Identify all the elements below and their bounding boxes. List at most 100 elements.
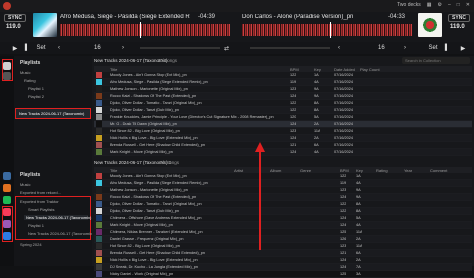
deck-b-pitch-fader[interactable] bbox=[250, 47, 330, 49]
col-comment-b[interactable]: Comment bbox=[430, 168, 447, 173]
table-row[interactable]: Mark Knight - Move (Original Mix)_pn 124 4… bbox=[94, 222, 472, 229]
deck-b-set-button[interactable]: Set bbox=[428, 43, 438, 53]
sidebar-item-new-tracks-b[interactable]: New Tracks 2024-06-17 (Taxonomix) bbox=[28, 231, 93, 236]
deck-a-waveform[interactable] bbox=[60, 24, 230, 36]
deck-b-loop-prev-icon[interactable]: ‹ bbox=[338, 43, 340, 53]
close-icon[interactable]: ✕ bbox=[466, 2, 470, 8]
grid-icon[interactable]: ▦ bbox=[427, 2, 432, 8]
table-row[interactable]: Brenda Russell - Get Here (Shadow Child … bbox=[94, 142, 472, 149]
track-artwork-thumb bbox=[96, 128, 102, 134]
soundcloud-icon[interactable] bbox=[3, 184, 11, 192]
collection-icon[interactable] bbox=[3, 72, 11, 80]
table-row[interactable]: Nick Hollis x Big Love - Big Love (Exten… bbox=[94, 135, 472, 142]
track-key: 5A bbox=[314, 115, 319, 119]
track-key: 6A bbox=[314, 143, 319, 147]
sidebar-item-playlist-1-b[interactable]: Playlist 1 bbox=[28, 223, 44, 228]
table-row[interactable]: Djoko, Oliver Dollar - Tomatio - Tanzt (… bbox=[94, 201, 472, 208]
deck-b-loop-next-icon[interactable]: › bbox=[404, 43, 406, 53]
deck-a-cue-icon[interactable]: ▌ bbox=[22, 43, 32, 53]
sidebar-item-rating[interactable]: Rating bbox=[24, 78, 36, 83]
table-row[interactable]: Frankie Knuckles, Jamie Principle - Your… bbox=[94, 114, 472, 121]
track-key: 9A bbox=[356, 195, 361, 199]
table-row[interactable]: Nick Hollis x Big Love - Big Love (Exten… bbox=[94, 257, 472, 264]
table-row[interactable]: Moody Jones - Ain't Gonna Stop (Ext Mix)… bbox=[94, 173, 472, 180]
table-row[interactable]: Nicky Daniel - Work (Original Mix)_pn 125… bbox=[94, 271, 472, 278]
library-icon[interactable] bbox=[3, 62, 11, 70]
table-row[interactable]: Djoko, Oliver Dollar - Tanzt (Dub Mix)_p… bbox=[94, 208, 472, 215]
col-artist-b[interactable]: Artist bbox=[234, 168, 243, 173]
sidebar-bottom-title: Playlists bbox=[20, 172, 41, 178]
table-row[interactable]: Djoko, Oliver Dollar - Tomatio - Tanzt (… bbox=[94, 100, 472, 107]
maximize-icon[interactable]: □ bbox=[457, 2, 460, 8]
settings-icon[interactable]: ⚙ bbox=[438, 2, 442, 8]
deck-a-loop-next-icon[interactable]: › bbox=[122, 43, 124, 53]
sidebar-item-new-tracks-1[interactable]: New Tracks 2024-06-17 (Taxonomix) 1 bbox=[24, 215, 95, 220]
sidebar-item-playlist-2[interactable]: Playlist 2 bbox=[28, 94, 44, 99]
table-row[interactable]: DJ Sneak, Dr. Kucho - La Jungla (Extende… bbox=[94, 264, 472, 271]
track-date-added: 07/16/2024 bbox=[334, 143, 354, 147]
table-row[interactable]: Hot Since 82 - Big Love (Original Mix)_p… bbox=[94, 128, 472, 135]
table-row[interactable]: Mathew Jonson - Marionette (Original Mix… bbox=[94, 86, 472, 93]
col-title-b[interactable]: Title bbox=[110, 168, 117, 173]
sidebar-item-music[interactable]: Music bbox=[20, 70, 30, 75]
table-row[interactable]: Hot Since 82 - Big Love (Original Mix)_p… bbox=[94, 243, 472, 250]
col-key[interactable]: Key bbox=[314, 67, 321, 72]
sidebar-item-new-tracks[interactable]: New Tracks 2024-06-17 (Taxonomix) bbox=[15, 108, 91, 119]
col-key-b[interactable]: Key bbox=[356, 168, 363, 173]
table-row[interactable]: Chiimera, Niklas Brenner - Tanzkerl (Ext… bbox=[94, 229, 472, 236]
deck-b-play-icon[interactable]: ▶ bbox=[458, 43, 468, 53]
crossfader-icon[interactable]: ⇄ bbox=[224, 43, 229, 53]
search-input[interactable]: Search in Collection bbox=[402, 57, 470, 64]
rekordbox-icon[interactable] bbox=[3, 232, 11, 240]
col-date-added[interactable]: Date Added bbox=[334, 67, 355, 72]
col-rating-b[interactable]: Rating bbox=[376, 168, 388, 173]
table-row[interactable]: Afro Medusa, Siege - Pasilda (Siege Exte… bbox=[94, 79, 472, 86]
table-row[interactable]: Afro Medusa, Siege - Pasilda (Siege Exte… bbox=[94, 180, 472, 187]
track-title: Daniel Grasse - Frequenz (Original Mix)_… bbox=[110, 237, 184, 241]
sidebar-item-exported-traktor[interactable]: Exported from Traktor bbox=[20, 199, 59, 204]
deck-a-pitch-fader[interactable] bbox=[140, 47, 220, 49]
layout-label[interactable]: Two decks bbox=[397, 2, 421, 8]
table-row[interactable]: Rocco Kaizi - Shadows Of The Past (Exten… bbox=[94, 194, 472, 201]
browser-icon[interactable] bbox=[3, 172, 11, 180]
sidebar-item-music-2[interactable]: Music bbox=[20, 182, 30, 187]
sidebar-item-exported-rekordbox[interactable]: Exported from rekord... bbox=[20, 190, 61, 195]
deck-b-waveform[interactable] bbox=[242, 24, 412, 36]
col-title[interactable]: Title bbox=[110, 67, 117, 72]
sidebar-item-spring[interactable]: Spring 2024 bbox=[20, 242, 42, 247]
track-artwork-thumb bbox=[96, 100, 102, 106]
sidebar-item-smart-playlists[interactable]: Smart Playlists bbox=[28, 207, 54, 212]
col-bpm[interactable]: BPM bbox=[290, 67, 299, 72]
app-logo bbox=[3, 2, 11, 10]
col-play-count[interactable]: Play Count bbox=[360, 67, 380, 72]
table-row[interactable]: Rocco Kaizi - Shadows Of The Past (Exten… bbox=[94, 93, 472, 100]
deck-b-cue-icon[interactable]: ▌ bbox=[442, 43, 452, 53]
track-key: 9A bbox=[314, 94, 319, 98]
table-row[interactable]: Mr. G - Dusk Til Dawn (Original Mix)_pn 1… bbox=[94, 121, 472, 128]
track-key: 8A bbox=[356, 209, 361, 213]
track-artwork-thumb bbox=[96, 201, 102, 207]
spotify-icon[interactable] bbox=[3, 196, 11, 204]
deck-a-set-button[interactable]: Set bbox=[36, 43, 46, 53]
deck-a-play-icon[interactable]: ▶ bbox=[10, 43, 20, 53]
col-year-b[interactable]: Year bbox=[404, 168, 412, 173]
table-row[interactable]: Moody Jones - Ain't Gonna Stop (Ext Mix)… bbox=[94, 72, 472, 79]
col-genre-b[interactable]: Genre bbox=[300, 168, 311, 173]
deck-b-sync-button[interactable]: SYNC bbox=[448, 14, 470, 22]
deck-a-sync-button[interactable]: SYNC bbox=[4, 14, 26, 22]
track-bpm: 121 bbox=[290, 143, 297, 147]
track-title: Djoko, Oliver Dollar - Tanzt (Dub Mix)_p… bbox=[110, 209, 179, 213]
table-row[interactable]: Djoko, Oliver Dollar - Tanzt (Dub Mix)_p… bbox=[94, 107, 472, 114]
table-row[interactable]: Mathew Jonson - Marionette (Original Mix… bbox=[94, 187, 472, 194]
sidebar-item-playlist-1[interactable]: Playlist 1 bbox=[28, 86, 44, 91]
col-bpm-b[interactable]: BPM bbox=[340, 168, 349, 173]
track-bpm: 124 bbox=[340, 216, 347, 220]
table-row[interactable]: Chiimera - Offshore (Dave Andrews Extend… bbox=[94, 215, 472, 222]
deck-a-loop-prev-icon[interactable]: ‹ bbox=[58, 43, 60, 53]
col-album-b[interactable]: Album bbox=[270, 168, 281, 173]
track-artwork-thumb bbox=[96, 107, 102, 113]
table-row[interactable]: Brenda Russell - Get Here (Shadow Child … bbox=[94, 250, 472, 257]
minimize-icon[interactable]: – bbox=[448, 2, 451, 8]
table-row[interactable]: Daniel Grasse - Frequenz (Original Mix)_… bbox=[94, 236, 472, 243]
table-row[interactable]: Mark Knight - Move (Original Mix)_pn 124 4… bbox=[94, 149, 472, 156]
